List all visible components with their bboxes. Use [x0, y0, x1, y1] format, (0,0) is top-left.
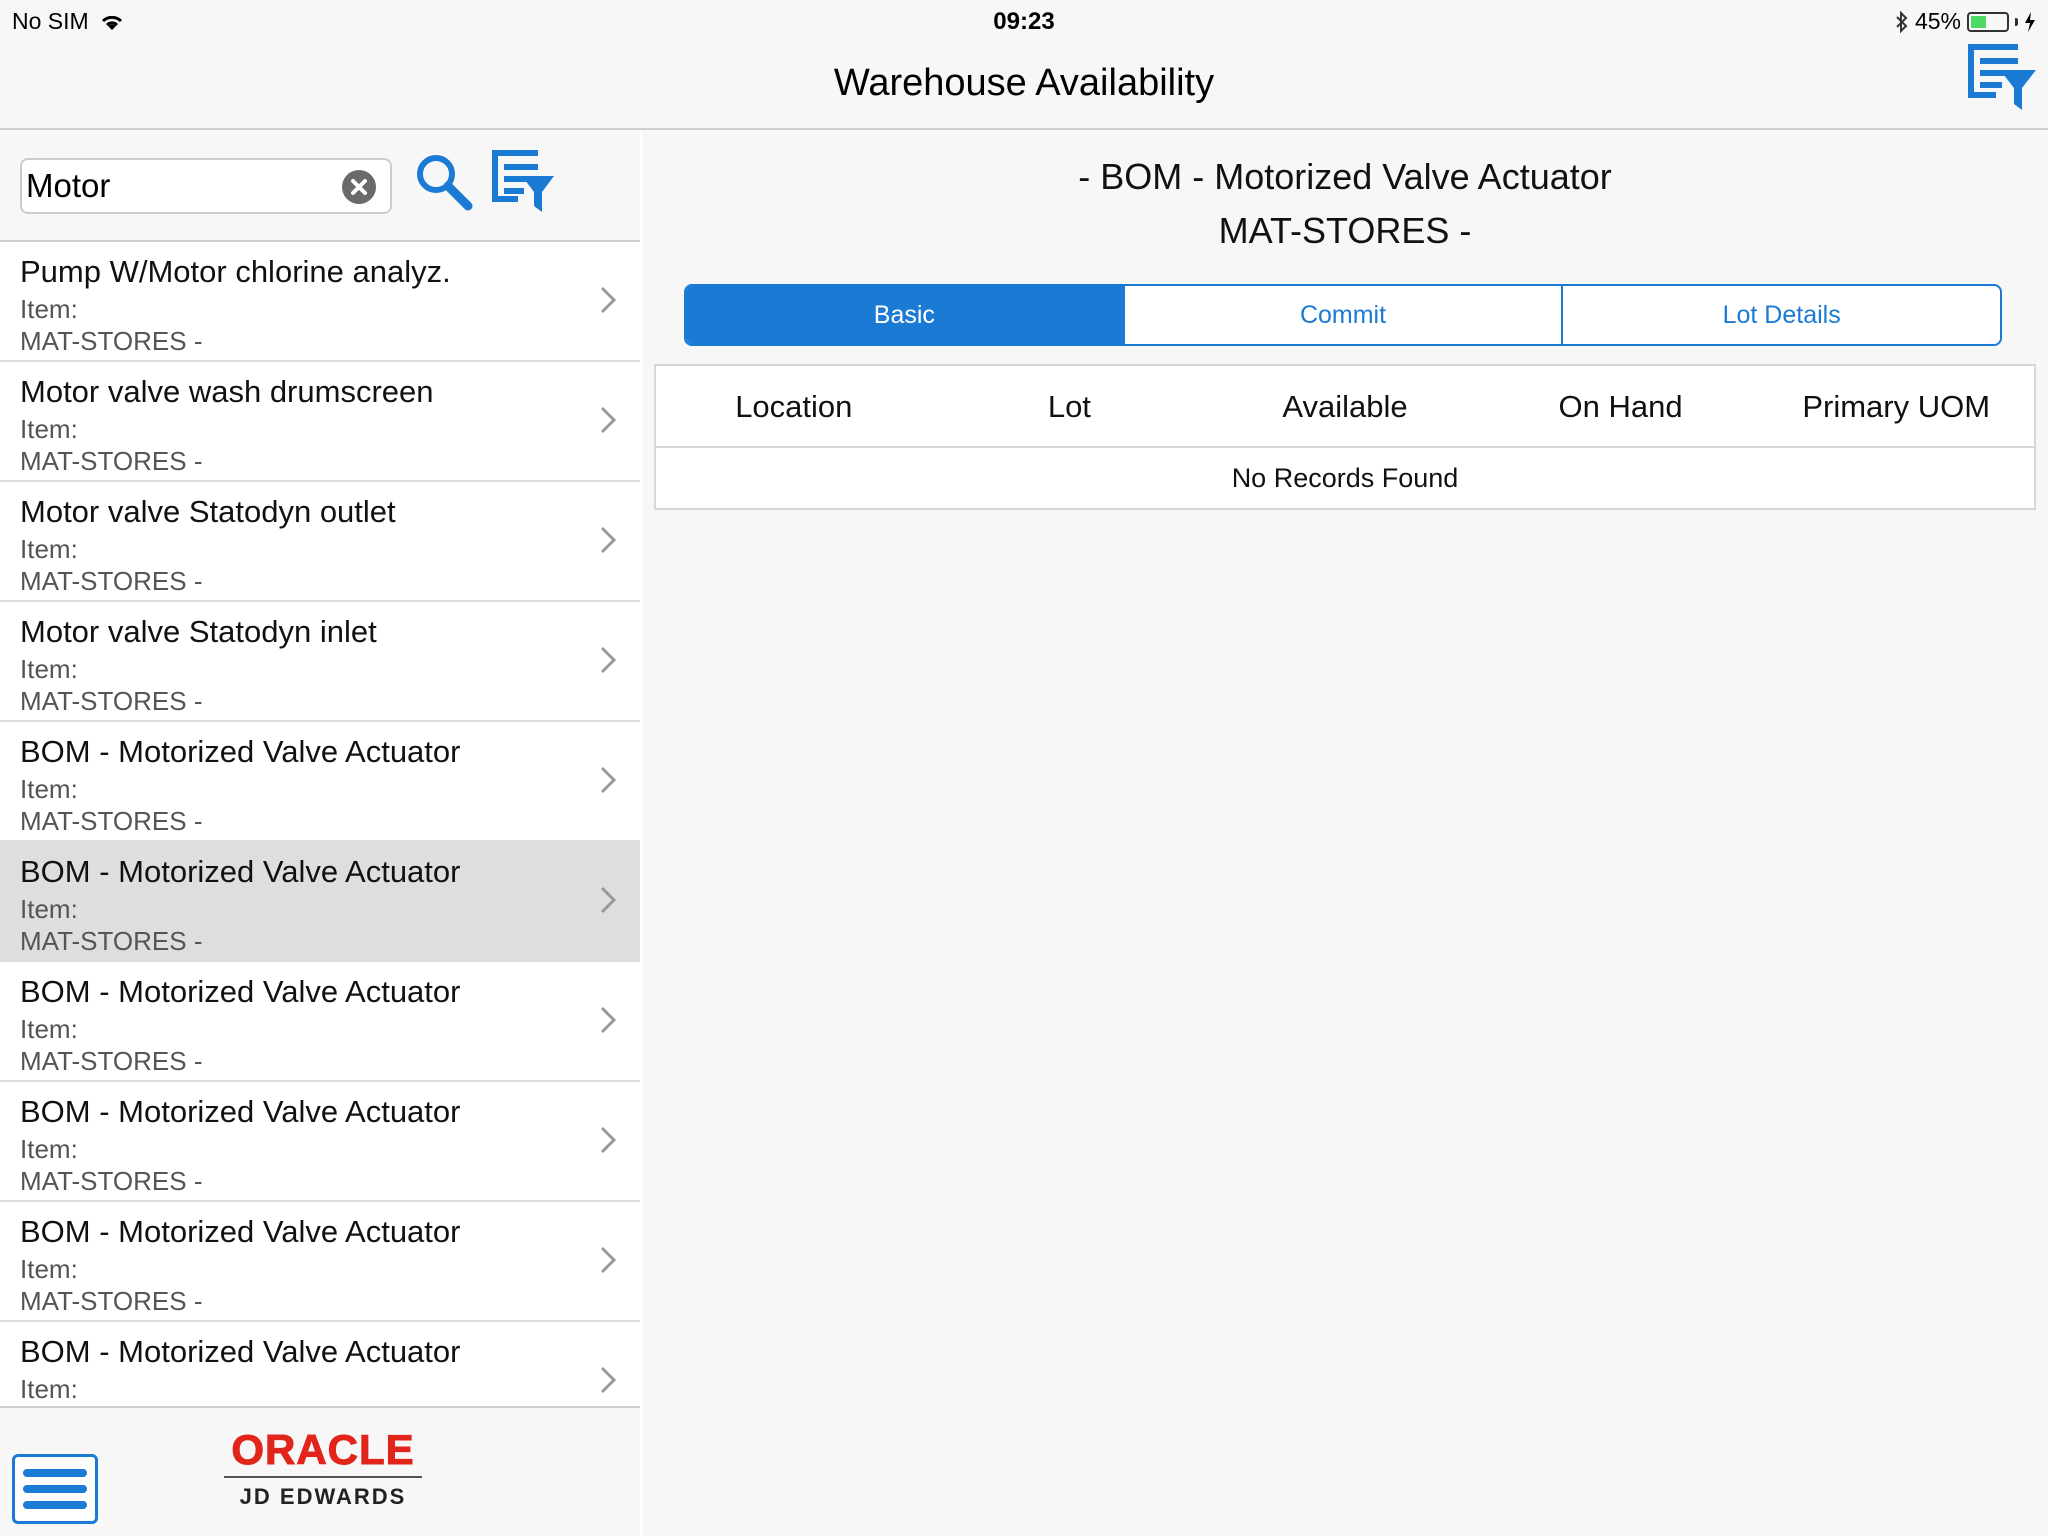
- item-branch: MAT-STORES -: [20, 686, 203, 716]
- item-title: BOM - Motorized Valve Actuator: [20, 1094, 461, 1129]
- item-branch: MAT-STORES -: [20, 926, 203, 956]
- chevron-right-icon: [600, 1246, 617, 1274]
- hamburger-menu-icon[interactable]: [12, 1454, 98, 1524]
- column-header-on-hand[interactable]: On Hand: [1483, 366, 1759, 446]
- item-branch: MAT-STORES -: [20, 1046, 203, 1076]
- list-item[interactable]: BOM - Motorized Valve Actuator Item: MAT…: [0, 1082, 640, 1202]
- sidebar-footer: ORACLE JD EDWARDS: [0, 1406, 640, 1536]
- tab-lot-details[interactable]: Lot Details: [1563, 286, 2000, 344]
- list-item[interactable]: Motor valve wash drumscreen Item: MAT-ST…: [0, 362, 640, 482]
- item-title: BOM - Motorized Valve Actuator: [20, 734, 461, 769]
- charging-icon: [2025, 11, 2035, 32]
- item-number-label: Item:: [20, 1014, 78, 1044]
- tab-basic[interactable]: Basic: [686, 286, 1125, 344]
- column-header-available[interactable]: Available: [1207, 366, 1483, 446]
- column-header-primary-uom[interactable]: Primary UOM: [1758, 366, 2034, 446]
- list-item[interactable]: Motor valve Statodyn inlet Item: MAT-STO…: [0, 602, 640, 722]
- item-number-label: Item:: [20, 414, 78, 444]
- chevron-right-icon: [600, 1126, 617, 1154]
- chevron-right-icon: [600, 1006, 617, 1034]
- list-item[interactable]: BOM - Motorized Valve Actuator Item: MAT…: [0, 722, 640, 842]
- status-bar: No SIM 09:23 45%: [0, 0, 2048, 40]
- column-header-lot[interactable]: Lot: [932, 366, 1208, 446]
- chevron-right-icon: [600, 886, 617, 914]
- list-item[interactable]: Pump W/Motor chlorine analyz. Item: MAT-…: [0, 242, 640, 362]
- availability-table: Location Lot Available On Hand Primary U…: [654, 364, 2036, 510]
- item-number-label: Item:: [20, 774, 78, 804]
- battery-level: [1971, 15, 1987, 28]
- item-number-label: Item:: [20, 534, 78, 564]
- search-field: [20, 158, 392, 214]
- logo-oracle-text: ORACLE: [231, 1426, 415, 1473]
- item-branch: MAT-STORES -: [20, 326, 203, 356]
- item-title: BOM - Motorized Valve Actuator: [20, 1334, 461, 1369]
- item-title: BOM - Motorized Valve Actuator: [20, 1214, 461, 1249]
- item-number-label: Item:: [20, 894, 78, 924]
- clear-search-icon[interactable]: [342, 170, 376, 204]
- item-title: Motor valve wash drumscreen: [20, 374, 434, 409]
- bluetooth-icon: [1896, 10, 1908, 33]
- item-branch: MAT-STORES -: [20, 806, 203, 836]
- column-header-location[interactable]: Location: [656, 366, 932, 446]
- list-item[interactable]: Motor valve Statodyn outlet Item: MAT-ST…: [0, 482, 640, 602]
- segmented-control: Basic Commit Lot Details: [684, 284, 2002, 346]
- filter-icon[interactable]: [490, 148, 556, 214]
- item-branch: MAT-STORES -: [20, 1286, 203, 1316]
- list-item-selected[interactable]: BOM - Motorized Valve Actuator Item: MAT…: [0, 842, 640, 962]
- list-item[interactable]: BOM - Motorized Valve Actuator Item:: [0, 1322, 640, 1406]
- item-number-label: Item:: [20, 1134, 78, 1164]
- tab-commit[interactable]: Commit: [1125, 286, 1564, 344]
- item-number-label: Item:: [20, 294, 78, 324]
- chevron-right-icon: [600, 646, 617, 674]
- chevron-right-icon: [600, 1366, 617, 1394]
- nav-bar: Warehouse Availability: [0, 40, 2048, 130]
- item-title: BOM - Motorized Valve Actuator: [20, 974, 461, 1009]
- item-branch: MAT-STORES -: [20, 446, 203, 476]
- page-title: Warehouse Availability: [833, 62, 1215, 104]
- filter-list-icon[interactable]: [1964, 40, 2038, 112]
- item-list-pane: Pump W/Motor chlorine analyz. Item: MAT-…: [0, 130, 640, 1536]
- empty-message: No Records Found: [1231, 463, 1459, 493]
- logo-jde-text: JD EDWARDS: [239, 1484, 407, 1509]
- chevron-right-icon: [600, 526, 617, 554]
- battery-icon: [1967, 11, 2009, 32]
- detail-pane: - BOM - Motorized Valve Actuator MAT-STO…: [642, 130, 2048, 1536]
- list-item[interactable]: BOM - Motorized Valve Actuator Item: MAT…: [0, 1202, 640, 1322]
- chevron-right-icon: [600, 406, 617, 434]
- detail-title-line1: - BOM - Motorized Valve Actuator: [1078, 156, 1612, 197]
- clock: 09:23: [993, 8, 1055, 35]
- item-branch: MAT-STORES -: [20, 566, 203, 596]
- chevron-right-icon: [600, 766, 617, 794]
- detail-title: - BOM - Motorized Valve Actuator MAT-STO…: [642, 150, 2048, 258]
- item-number-label: Item:: [20, 1254, 78, 1284]
- battery-percent: 45%: [1914, 8, 1961, 34]
- item-title: Motor valve Statodyn outlet: [20, 494, 396, 529]
- search-icon[interactable]: [412, 150, 474, 212]
- detail-title-line2: MAT-STORES -: [1218, 210, 1472, 251]
- search-bar: [0, 130, 640, 242]
- list-item[interactable]: BOM - Motorized Valve Actuator Item: MAT…: [0, 962, 640, 1082]
- item-number-label: Item:: [20, 1374, 78, 1404]
- item-branch: MAT-STORES -: [20, 1166, 203, 1196]
- oracle-jd-edwards-logo: ORACLE JD EDWARDS: [218, 1426, 428, 1510]
- item-title: Motor valve Statodyn inlet: [20, 614, 377, 649]
- chevron-right-icon: [600, 286, 617, 314]
- search-input[interactable]: [26, 164, 336, 208]
- item-title: Pump W/Motor chlorine analyz.: [20, 254, 451, 289]
- item-number-label: Item:: [20, 654, 78, 684]
- item-title: BOM - Motorized Valve Actuator: [20, 854, 461, 889]
- table-header: Location Lot Available On Hand Primary U…: [656, 366, 2034, 448]
- results-list: Pump W/Motor chlorine analyz. Item: MAT-…: [0, 242, 640, 1406]
